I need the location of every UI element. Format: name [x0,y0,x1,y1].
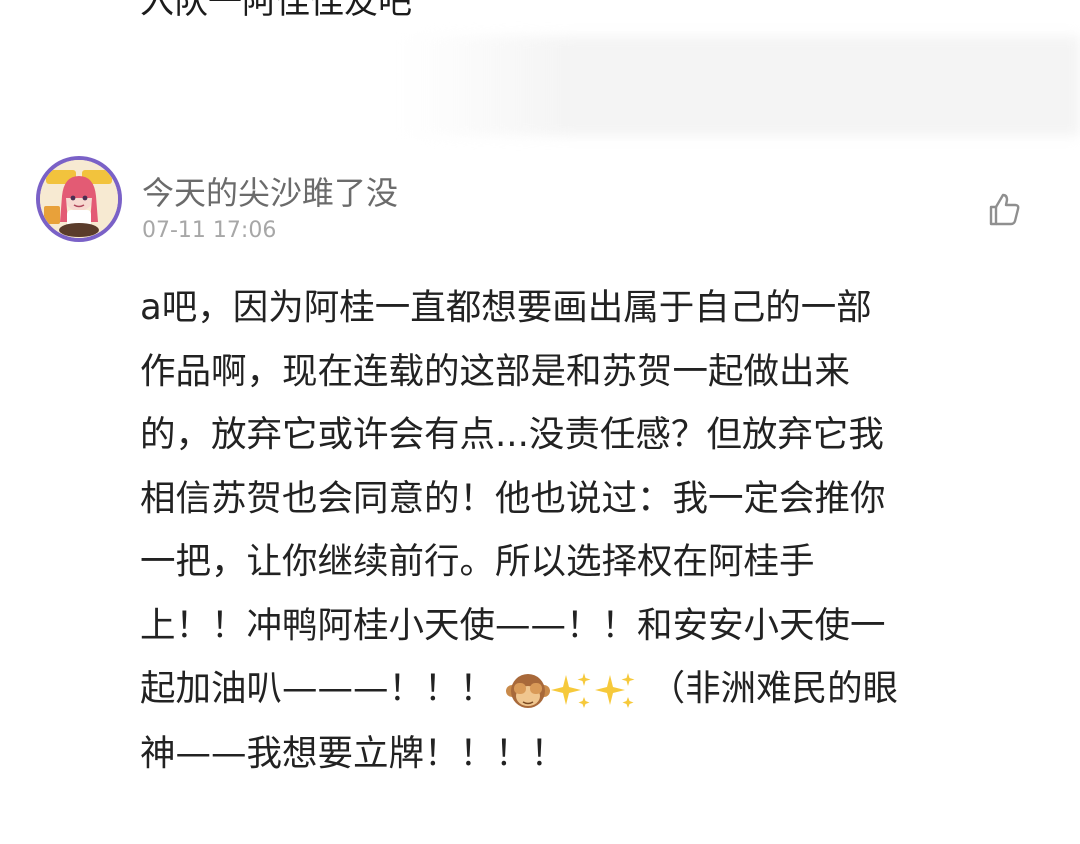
username[interactable]: 今天的尖沙雎了没 [142,168,398,214]
emoji-group [506,658,638,722]
comment-line: 一把，让你继续前行。所以选择权在阿桂手 [140,541,815,582]
sparkles-icon [551,673,591,709]
comment-line-with-emoji: 起加油叭———！！！ （非洲难民的眼 [140,657,1020,722]
thumbs-up-icon [989,193,1020,226]
comment-line: 相信苏贺也会同意的！他也说过：我一定会推你 [140,477,886,519]
timestamp: 07-11 17:06 [142,218,277,243]
comment-line: 作品啊，现在连载的这部是和苏贺一起做出来 [140,350,851,392]
comment-line-text: 起加油叭———！！！ [140,668,496,709]
comment-line: a吧，因为阿桂一直都想要画出属于自己的一部 [140,287,872,328]
comment-item: 今天的尖沙雎了没 07-11 17:06 a吧，因为阿桂一直都想要画出属于自己的… [0,150,1080,844]
comment-line-tail: （非洲难民的眼 [649,668,899,709]
comment-line: 神——我想要立牌！！！！ [140,732,567,774]
sparkles-icon [595,673,635,709]
previous-comment-fragment: 入队一阿佳佳友吧 [140,0,412,22]
avatar[interactable] [36,156,122,242]
comment-line: 上！！冲鸭阿桂小天使——！！和安安小天使一 [140,604,886,646]
comment-line: 的，放弃它或许会有点...没责任感？但放弃它我 [140,414,884,455]
avatar-illustration [40,160,118,238]
see-no-evil-monkey-icon [506,674,551,709]
comment-body: a吧，因为阿桂一直都想要画出属于自己的一部 作品啊，现在连载的这部是和苏贺一起做… [140,276,1020,785]
blurred-region [400,36,1080,136]
like-button[interactable] [984,190,1024,230]
